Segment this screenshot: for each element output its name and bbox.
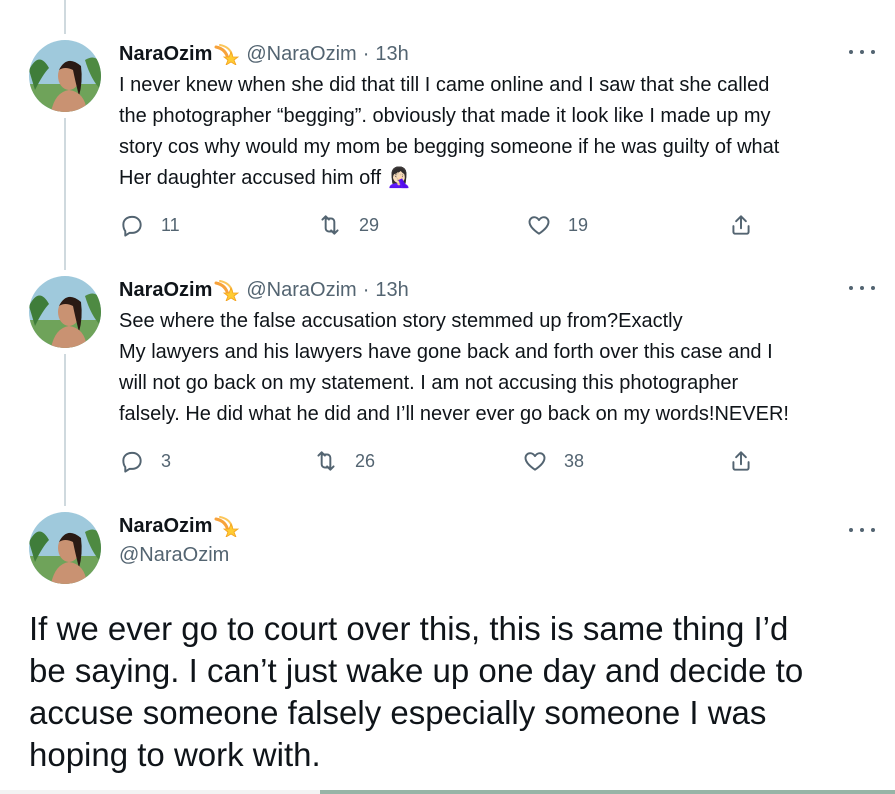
timestamp[interactable]: 13h — [375, 279, 408, 302]
heart-icon — [524, 452, 546, 471]
display-name[interactable]: NaraOzim — [119, 43, 212, 66]
shooting-star-icon — [214, 279, 240, 302]
timestamp[interactable]: 13h — [375, 43, 408, 66]
retweet-icon — [321, 215, 339, 235]
like-button[interactable]: 38 — [522, 446, 584, 476]
tweet[interactable]: NaraOzim @NaraOzim · 13h See where the f… — [0, 276, 895, 486]
tweet-line: I never knew when she did that till I ca… — [119, 74, 770, 96]
avatar-image — [29, 40, 101, 112]
reply-count: 3 — [161, 450, 172, 471]
tweet-text: I never knew when she did that till I ca… — [119, 70, 879, 194]
facepalm-emoji: 🤦🏻‍♀️ — [386, 167, 412, 189]
main-tweet-text: If we ever go to court over this, this i… — [29, 608, 879, 776]
tweet-actions: 3 26 38 — [119, 446, 769, 476]
share-icon — [732, 215, 750, 235]
shooting-star-icon — [214, 515, 240, 538]
retweet-count: 29 — [359, 214, 380, 235]
retweet-icon — [317, 451, 335, 471]
avatar-image — [29, 512, 101, 584]
tweet-line: Her daughter accused him off 🤦🏻‍♀️ — [119, 163, 879, 194]
tweet-line-text: Her daughter accused him off — [119, 167, 382, 189]
tweet-line: If we ever go to court over this, this i… — [29, 610, 789, 647]
avatar-image — [29, 276, 101, 348]
retweet-button[interactable]: 29 — [317, 210, 379, 240]
tweet-line: story cos why would my mom be begging so… — [119, 136, 780, 158]
like-count: 38 — [564, 450, 585, 471]
avatar[interactable] — [29, 276, 101, 348]
display-name[interactable]: NaraOzim — [119, 279, 212, 302]
more-options-icon[interactable] — [849, 520, 875, 540]
reply-button[interactable]: 3 — [119, 446, 171, 476]
tweet-header: NaraOzim — [119, 512, 246, 540]
reply-button[interactable]: 11 — [119, 210, 180, 240]
avatar[interactable] — [29, 40, 101, 112]
display-name[interactable]: NaraOzim — [119, 515, 212, 538]
bottom-divider — [0, 790, 895, 794]
user-handle[interactable]: @NaraOzim — [119, 544, 229, 567]
tweet-line: falsely. He did what he did and I’ll nev… — [119, 403, 789, 425]
tweet-header: NaraOzim @NaraOzim · 13h — [119, 276, 409, 304]
tweet-line: the photographer “begging”. obviously th… — [119, 105, 771, 127]
tweet-line: will not go back on my statement. I am n… — [119, 372, 739, 394]
shooting-star-icon — [214, 43, 240, 66]
user-handle[interactable]: @NaraOzim — [246, 279, 356, 302]
share-icon — [732, 451, 750, 471]
like-count: 19 — [568, 214, 589, 235]
tweet-line: See where the false accusation story ste… — [119, 310, 683, 332]
tweet-line: hoping to work with. — [29, 736, 321, 773]
thread-line-top — [64, 0, 66, 34]
tweet[interactable]: NaraOzim @NaraOzim · 13h I never knew wh… — [0, 40, 895, 250]
tweet-header: NaraOzim @NaraOzim · 13h — [119, 40, 409, 68]
tweet-text: See where the false accusation story ste… — [119, 306, 879, 430]
share-button[interactable] — [728, 210, 754, 240]
more-options-icon[interactable] — [849, 278, 875, 298]
tweet-actions: 11 29 19 — [119, 210, 769, 240]
user-handle[interactable]: @NaraOzim — [246, 43, 356, 66]
tweet-line: accuse someone falsely especially someon… — [29, 694, 767, 731]
like-button[interactable]: 19 — [526, 210, 588, 240]
reply-icon — [122, 451, 142, 473]
heart-icon — [528, 216, 550, 235]
share-button[interactable] — [728, 446, 754, 476]
reply-icon — [122, 215, 142, 237]
tweet-line: My lawyers and his lawyers have gone bac… — [119, 341, 773, 363]
separator: · — [362, 278, 370, 301]
reply-count: 11 — [161, 214, 180, 235]
retweet-count: 26 — [355, 450, 376, 471]
more-options-icon[interactable] — [849, 42, 875, 62]
tweet-line: be saying. I can’t just wake up one day … — [29, 652, 804, 689]
separator: · — [362, 42, 370, 65]
avatar[interactable] — [29, 512, 101, 584]
retweet-button[interactable]: 26 — [313, 446, 375, 476]
